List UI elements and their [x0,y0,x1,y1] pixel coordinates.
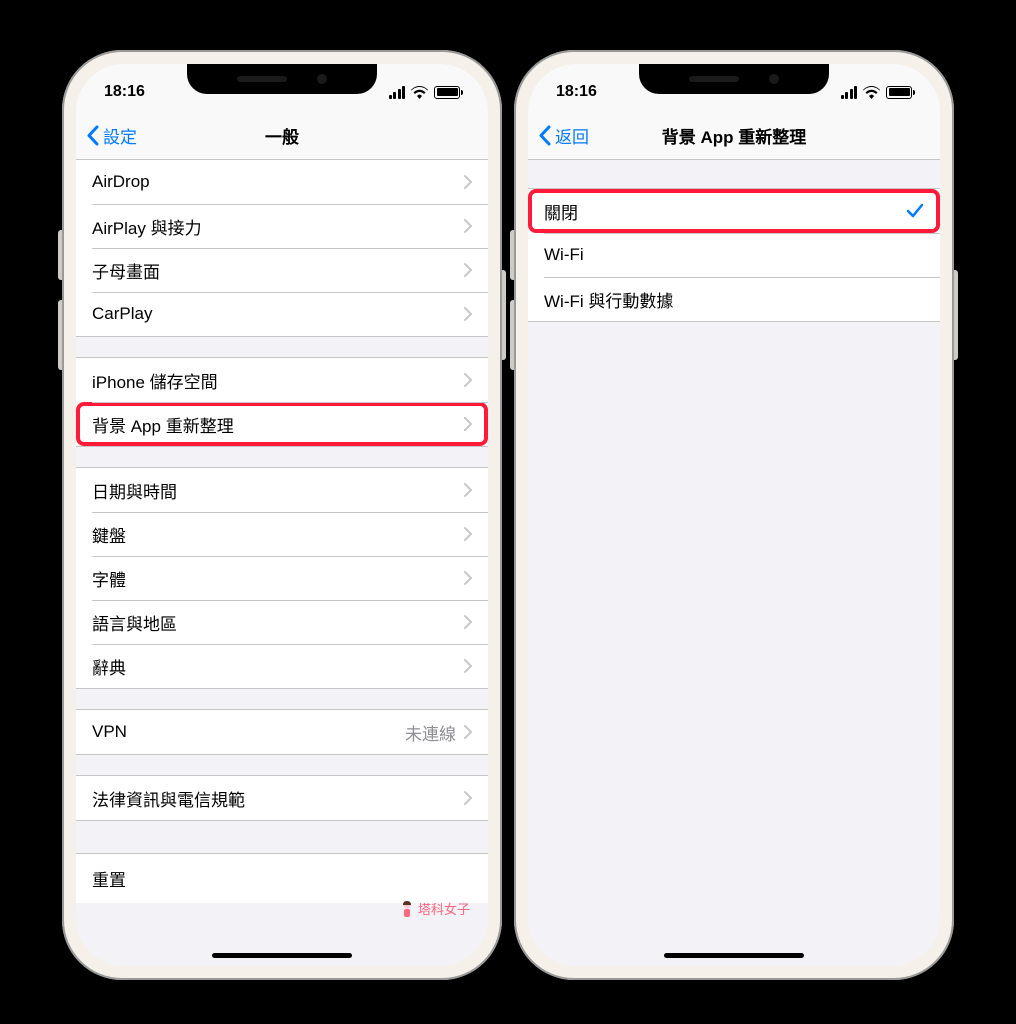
row-label: 鍵盤 [92,522,126,547]
section-6: 重置 [76,853,488,903]
page-title: 背景 App 重新整理 [662,123,807,148]
option-wifi-cellular[interactable]: Wi-Fi 與行動數據 [528,277,940,321]
row-label: 子母畫面 [92,258,160,283]
notch [639,64,829,94]
row-label: 辭典 [92,654,126,679]
chevron-right-icon [464,263,472,277]
row-label: Wi-Fi 與行動數據 [544,287,673,312]
row-reset[interactable]: 重置 [76,854,488,903]
signal-icon [389,86,406,99]
section-2: iPhone 儲存空間 背景 App 重新整理 [76,357,488,447]
row-label: 字體 [92,566,126,591]
wifi-icon [863,86,880,99]
chevron-left-icon [538,125,551,146]
row-dictionary[interactable]: 辭典 [76,644,488,688]
phone-frame-left: 18:16 設定 一般 AirDrop AirPlay 與接力 [62,50,502,980]
notch [187,64,377,94]
row-vpn[interactable]: VPN 未連線 [76,710,488,754]
content-area[interactable]: AirDrop AirPlay 與接力 子母畫面 CarPlay [76,160,488,966]
row-airplay[interactable]: AirPlay 與接力 [76,204,488,248]
screen-right: 18:16 返回 背景 App 重新整理 關閉 Wi-Fi [528,64,940,966]
row-pip[interactable]: 子母畫面 [76,248,488,292]
row-storage[interactable]: iPhone 儲存空間 [76,358,488,402]
row-fonts[interactable]: 字體 [76,556,488,600]
section-5: 法律資訊與電信規範 [76,775,488,821]
row-date-time[interactable]: 日期與時間 [76,468,488,512]
section-1: AirDrop AirPlay 與接力 子母畫面 CarPlay [76,160,488,337]
phone-frame-right: 18:16 返回 背景 App 重新整理 關閉 Wi-Fi [514,50,954,980]
chevron-right-icon [464,175,472,189]
status-time: 18:16 [104,75,145,101]
checkmark-icon [906,203,924,219]
row-label: 背景 App 重新整理 [92,412,234,437]
row-legal[interactable]: 法律資訊與電信規範 [76,776,488,820]
watermark: 塔科女子 [399,899,470,918]
row-label: 關閉 [544,199,578,224]
home-indicator[interactable] [212,953,352,958]
chevron-right-icon [464,571,472,585]
row-value: 未連線 [405,720,456,745]
row-label: 法律資訊與電信規範 [92,786,245,811]
nav-bar: 設定 一般 [76,112,488,160]
signal-icon [841,86,858,99]
chevron-right-icon [464,219,472,233]
chevron-right-icon [464,307,472,321]
row-airdrop[interactable]: AirDrop [76,160,488,204]
section-4: VPN 未連線 [76,709,488,755]
row-language-region[interactable]: 語言與地區 [76,600,488,644]
chevron-right-icon [464,373,472,387]
row-keyboard[interactable]: 鍵盤 [76,512,488,556]
status-icons [841,78,913,99]
chevron-right-icon [464,615,472,629]
home-indicator[interactable] [664,953,804,958]
status-time: 18:16 [556,75,597,101]
status-icons [389,78,461,99]
chevron-right-icon [464,791,472,805]
row-label: VPN [92,722,127,742]
chevron-right-icon [464,527,472,541]
back-label: 設定 [103,123,137,148]
back-label: 返回 [555,123,589,148]
row-label: AirDrop [92,172,150,192]
section-3: 日期與時間 鍵盤 字體 語言與地區 辭典 [76,467,488,689]
battery-icon [886,86,912,99]
row-label: Wi-Fi [544,245,584,265]
chevron-right-icon [464,725,472,739]
page-title: 一般 [265,123,299,148]
nav-bar: 返回 背景 App 重新整理 [528,112,940,160]
option-wifi[interactable]: Wi-Fi [528,233,940,277]
row-label: 語言與地區 [92,610,177,635]
chevron-right-icon [464,417,472,431]
battery-icon [434,86,460,99]
row-background-app-refresh[interactable]: 背景 App 重新整理 [76,402,488,446]
option-off[interactable]: 關閉 [528,189,940,233]
row-label: CarPlay [92,304,152,324]
chevron-left-icon [86,125,99,146]
options-section: 關閉 Wi-Fi Wi-Fi 與行動數據 [528,188,940,322]
content-area[interactable]: 關閉 Wi-Fi Wi-Fi 與行動數據 [528,160,940,966]
row-label: AirPlay 與接力 [92,214,202,239]
chevron-right-icon [464,659,472,673]
row-carplay[interactable]: CarPlay [76,292,488,336]
back-button[interactable]: 返回 [528,123,589,148]
back-button[interactable]: 設定 [76,123,137,148]
row-label: iPhone 儲存空間 [92,368,218,393]
wifi-icon [411,86,428,99]
screen-left: 18:16 設定 一般 AirDrop AirPlay 與接力 [76,64,488,966]
row-label: 日期與時間 [92,478,177,503]
chevron-right-icon [464,483,472,497]
